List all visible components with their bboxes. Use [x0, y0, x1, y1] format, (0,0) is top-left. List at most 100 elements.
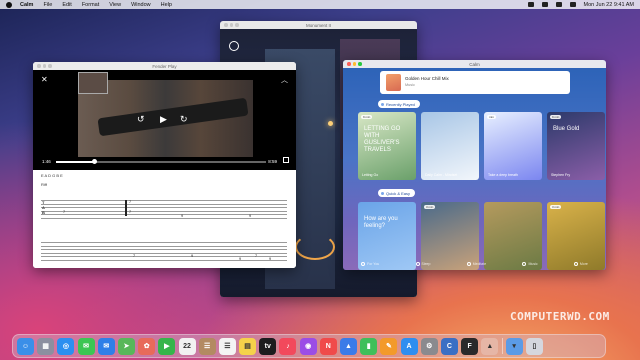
mail-icon[interactable]: ✉: [97, 337, 115, 355]
now-playing-subtitle: Music: [405, 83, 415, 87]
music-icon: [522, 262, 527, 266]
duration-badge: min: [487, 115, 496, 119]
fender-icon[interactable]: F: [461, 337, 479, 355]
pages-icon[interactable]: ✎: [380, 337, 398, 355]
dock-separator: [501, 338, 503, 354]
section-label: Recently Played: [386, 101, 415, 107]
podcasts-icon[interactable]: ◉: [299, 337, 317, 355]
zoom-button[interactable]: [235, 23, 239, 27]
duration-badge: 3 min: [424, 205, 436, 209]
recent-card[interactable]: Daily Calm - Mindset: [421, 112, 479, 180]
tab-note: 7: [255, 254, 258, 258]
close-icon[interactable]: ✕: [41, 75, 48, 84]
card-artwork-text: How are you feeling?: [364, 216, 398, 229]
close-button[interactable]: [224, 23, 228, 27]
pause-icon[interactable]: [229, 41, 239, 51]
camera-thumbnail[interactable]: [78, 72, 108, 94]
maps-icon[interactable]: ➤: [117, 337, 135, 355]
apple-icon[interactable]: [6, 1, 12, 8]
card-artwork-text: LETTING GO WITH GUSLIVER'S TRAVELS: [364, 126, 401, 153]
progress-knob[interactable]: [91, 159, 97, 164]
zoom-button[interactable]: [358, 62, 362, 66]
keynote-icon[interactable]: ▲: [340, 337, 357, 355]
menu-app-name[interactable]: Calm: [20, 2, 33, 8]
safari-icon[interactable]: ◎: [57, 337, 75, 355]
finder-icon[interactable]: ☺: [17, 337, 34, 355]
wifi-icon[interactable]: [541, 2, 548, 7]
recent-card[interactable]: min Take a deep breath: [484, 112, 542, 180]
recent-card[interactable]: 9 min Blue Gold Stephen Fry: [547, 112, 605, 180]
close-button[interactable]: [347, 62, 351, 66]
messages-icon[interactable]: ✉: [77, 337, 95, 355]
recent-card[interactable]: 9 min LETTING GO WITH GUSLIVER'S TRAVELS L…: [358, 112, 416, 180]
music-icon[interactable]: ♪: [279, 337, 297, 355]
time-current: 1:46: [42, 159, 51, 164]
tab-letter-b: B: [42, 210, 45, 215]
tab-staff-2: [41, 242, 287, 263]
tab-sleep[interactable]: Sleep: [415, 262, 431, 266]
video-player[interactable]: ✕ ︿ ↺ ▶ ↻ 1:46 8:59: [33, 70, 296, 170]
now-playing-title: Golden Hour Chill Mix: [405, 76, 449, 81]
calendar-icon[interactable]: 22: [178, 337, 196, 355]
chevron-up-icon[interactable]: ︿: [281, 75, 288, 85]
meditate-icon: [466, 262, 471, 266]
tab-for-you[interactable]: For You: [361, 262, 379, 266]
news-icon[interactable]: N: [319, 337, 337, 355]
menu-help[interactable]: Help: [161, 2, 172, 8]
calm-content: Golden Hour Chill Mix Music Recently Pla…: [343, 68, 606, 270]
control-center-icon[interactable]: [569, 2, 576, 7]
zoom-button[interactable]: [48, 64, 52, 68]
tab-label: Sleep: [421, 262, 431, 266]
tab-note: 9: [249, 214, 252, 218]
close-button[interactable]: [37, 64, 41, 68]
monument-icon[interactable]: ▲: [481, 337, 499, 355]
tab-note: 9: [269, 257, 272, 261]
numbers-icon[interactable]: ▮: [360, 337, 378, 355]
rewind-icon[interactable]: ↺: [137, 114, 145, 125]
minimize-button[interactable]: [229, 23, 233, 27]
card-caption: Daily Calm - Mindset: [425, 173, 458, 177]
section-label: Quick & Easy: [386, 190, 411, 196]
menu-window[interactable]: Window: [131, 2, 151, 8]
downloads-icon[interactable]: ▾: [505, 337, 523, 355]
minimize-button[interactable]: [352, 62, 356, 66]
tv-icon[interactable]: tv: [259, 337, 277, 355]
fullscreen-icon[interactable]: [283, 157, 289, 163]
fender-window: Fender Play ✕ ︿ ↺ ▶ ↻ 1:46 8:59 E A D G …: [33, 62, 296, 268]
trash-icon[interactable]: ▯: [525, 337, 543, 355]
monument-titlebar[interactable]: Monument II: [220, 21, 417, 29]
launchpad-icon[interactable]: ▦: [37, 337, 55, 355]
calm-icon[interactable]: C: [440, 337, 458, 355]
progress-fill: [56, 161, 94, 163]
menu-format[interactable]: Format: [82, 2, 99, 8]
glowing-lamp: [328, 121, 333, 126]
notes-icon[interactable]: ▤: [239, 337, 257, 355]
tab-more[interactable]: More: [573, 262, 588, 266]
tab-music[interactable]: Music: [522, 262, 538, 266]
clock[interactable]: Mon Jun 22 9:41 AM: [584, 2, 634, 8]
guitar-image: [97, 97, 249, 137]
menu-edit[interactable]: Edit: [62, 2, 71, 8]
tab-note: 7: [63, 210, 66, 214]
tab-meditate[interactable]: Meditate: [466, 262, 486, 266]
menu-file[interactable]: File: [43, 2, 52, 8]
minimize-button[interactable]: [42, 64, 46, 68]
contacts-icon[interactable]: ☰: [198, 337, 216, 355]
fender-titlebar[interactable]: Fender Play: [33, 62, 296, 70]
facetime-icon[interactable]: ▶: [158, 337, 176, 355]
play-icon[interactable]: ▶: [160, 114, 167, 125]
time-total: 8:59: [268, 159, 277, 164]
forward-icon[interactable]: ↻: [180, 114, 188, 125]
photos-icon[interactable]: ✿: [138, 337, 156, 355]
now-playing-card[interactable]: Golden Hour Chill Mix Music: [380, 71, 570, 94]
tab-note: 9: [181, 214, 184, 218]
reminders-icon[interactable]: ☰: [218, 337, 236, 355]
progress-slider[interactable]: [56, 159, 266, 164]
calm-titlebar[interactable]: Calm: [343, 60, 606, 68]
settings-icon[interactable]: ⚙: [420, 337, 438, 355]
string-header: E A D G B E: [41, 173, 63, 178]
battery-icon[interactable]: [527, 2, 534, 7]
app-store-icon[interactable]: A: [400, 337, 418, 355]
search-icon[interactable]: [555, 2, 562, 7]
menu-view[interactable]: View: [109, 2, 121, 8]
